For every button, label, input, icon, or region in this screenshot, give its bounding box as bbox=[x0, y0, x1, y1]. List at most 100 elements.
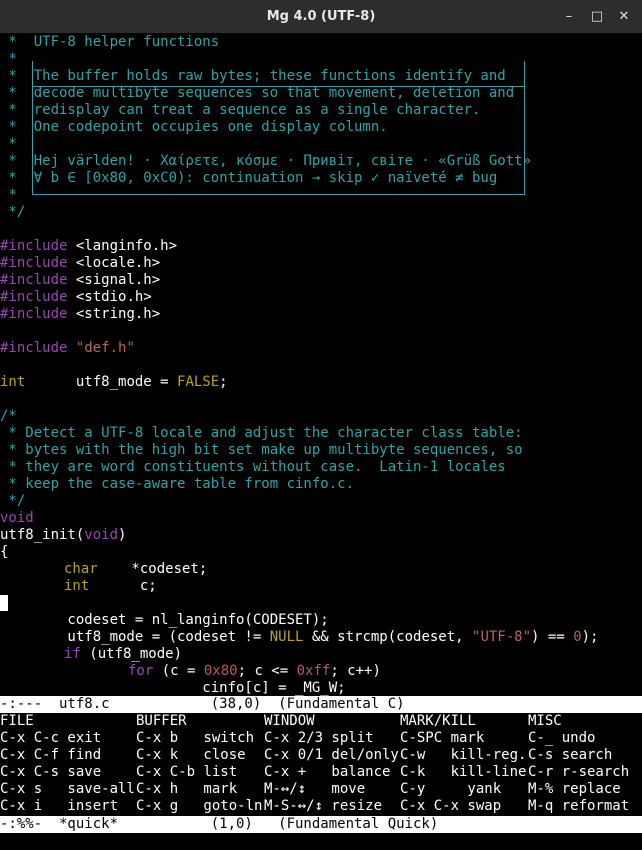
keyword-token: for bbox=[128, 663, 154, 679]
menu-item-reformat[interactable]: M-q reformat bbox=[528, 798, 629, 815]
code-token: utf8_mode = (codeset != bbox=[0, 629, 270, 645]
declaration-line: int c; bbox=[64, 578, 157, 595]
type-token: char bbox=[64, 561, 98, 577]
number-token: 0xff bbox=[296, 663, 331, 679]
declaration-line: char *codeset; bbox=[64, 561, 207, 578]
function-name: utf8_init( bbox=[0, 527, 85, 543]
constant-token: FALSE bbox=[177, 374, 220, 390]
text-cursor bbox=[0, 595, 8, 611]
include-line: #include <stdio.h> bbox=[0, 289, 152, 306]
include-keyword: #include bbox=[0, 272, 68, 288]
code-token: ; c++) bbox=[330, 663, 381, 679]
code-line: * ∀ b ∈ [0x80, 0xC0): continuation → ski… bbox=[0, 170, 498, 186]
menu-item-find[interactable]: C-x C-f find bbox=[0, 747, 101, 764]
window-title: Mg 4.0 (UTF-8) bbox=[266, 9, 376, 24]
menu-item-search[interactable]: C-s search bbox=[528, 747, 612, 764]
include-target: <string.h> bbox=[67, 306, 161, 322]
maximize-icon[interactable]: □ bbox=[587, 0, 607, 33]
number-token: 0 bbox=[573, 629, 582, 645]
menu-item-mark[interactable]: C-SPC mark bbox=[400, 730, 484, 747]
identifier-token: *codeset; bbox=[97, 561, 208, 577]
code-line: cinfo[c] = _MG_W; bbox=[0, 680, 346, 696]
include-line: #include <langinfo.h> bbox=[0, 238, 177, 255]
menu-item-kill-region[interactable]: C-w kill-reg. bbox=[400, 747, 526, 764]
code-line: */ bbox=[0, 493, 26, 509]
keyword-token: void bbox=[84, 527, 119, 543]
menu-item-close[interactable]: C-x k close bbox=[136, 747, 246, 764]
mode-line[interactable]: -:--- utf8.c (38,0) (Fundamental C) bbox=[0, 696, 642, 713]
menu-heading: MARK/KILL bbox=[400, 713, 476, 729]
menu-heading: FILE bbox=[0, 713, 34, 729]
include-keyword: #include bbox=[0, 340, 68, 356]
menu-item-switch[interactable]: C-x b switch bbox=[136, 730, 254, 747]
include-line: #include <signal.h> bbox=[0, 272, 160, 289]
type-token: int bbox=[64, 578, 90, 594]
menu-item-balance[interactable]: C-x + balance bbox=[264, 764, 390, 781]
code-line: * decode multibyte sequences so that mov… bbox=[0, 85, 515, 101]
close-icon[interactable]: ✕ bbox=[614, 0, 634, 33]
type-token: int bbox=[0, 374, 26, 390]
code-line: * redisplay can treat a sequence as a si… bbox=[0, 102, 481, 118]
include-line: #include <string.h> bbox=[0, 306, 160, 323]
menu-heading: MISC bbox=[528, 713, 562, 729]
code-token: (c = bbox=[153, 663, 204, 679]
include-target: <locale.h> bbox=[67, 255, 161, 271]
code-line: * The buffer holds raw bytes; these func… bbox=[0, 68, 506, 84]
code-line: codeset = nl_langinfo(CODESET); bbox=[0, 612, 329, 628]
code-token: ) == bbox=[531, 629, 574, 645]
menu-item-move[interactable]: M-↔/↕ move bbox=[264, 781, 365, 798]
menu-item-resize[interactable]: M-S-↔/↕ resize bbox=[264, 798, 382, 815]
menu-item-r-search[interactable]: C-r r-search bbox=[528, 764, 629, 781]
code-line: if (utf8_mode) bbox=[64, 646, 182, 663]
mode-line-quick[interactable]: -:%%- *quick* (1,0) (Fundamental Quick) bbox=[0, 816, 642, 833]
menu-item-save-all[interactable]: C-x s save-all bbox=[0, 781, 135, 798]
menu-item-del-only[interactable]: C-x 0/1 del/only bbox=[264, 747, 399, 764]
include-target: <langinfo.h> bbox=[67, 238, 178, 254]
code-line: * keep the case-aware table from cinfo.c… bbox=[0, 476, 355, 492]
editor-buffer[interactable]: * UTF-8 helper functions * * The buffer … bbox=[0, 33, 642, 698]
include-keyword: #include bbox=[0, 306, 68, 322]
code-token: ); bbox=[581, 629, 599, 645]
menu-item-kill-line[interactable]: C-k kill-line bbox=[400, 764, 526, 781]
menu-item-undo[interactable]: C-_ undo bbox=[528, 730, 595, 747]
menu-item-save[interactable]: C-x C-s save bbox=[0, 764, 101, 781]
punct-token: ; bbox=[219, 374, 228, 390]
string-token: "UTF-8" bbox=[472, 629, 532, 645]
code-line: * bbox=[0, 51, 17, 67]
code-line: * Detect a UTF-8 locale and adjust the c… bbox=[0, 425, 523, 441]
identifier-token: c; bbox=[89, 578, 157, 594]
code-line: * One codepoint occupies one display col… bbox=[0, 119, 388, 135]
menu-item-swap[interactable]: C-x C-x swap bbox=[400, 798, 501, 815]
keyword-token: if bbox=[64, 646, 81, 662]
code-line: * UTF-8 helper functions bbox=[0, 34, 220, 50]
menu-item-goto-line[interactable]: C-x g goto-ln bbox=[136, 798, 262, 815]
include-target: "def.h" bbox=[67, 340, 135, 356]
menu-item-replace[interactable]: M-% replace bbox=[528, 781, 621, 798]
menu-item-yank[interactable]: C-y yank bbox=[400, 781, 501, 798]
code-line: { bbox=[0, 544, 9, 560]
code-line: for (c = 0x80; c <= 0xff; c++) bbox=[128, 663, 381, 680]
number-token: 0x80 bbox=[203, 663, 238, 679]
minimize-icon[interactable]: – bbox=[559, 0, 579, 33]
menu-item-mark-buffer[interactable]: C-x h mark bbox=[136, 781, 237, 798]
code-line: utf8_mode = (codeset != NULL && strcmp(c… bbox=[0, 629, 598, 646]
include-line: #include <locale.h> bbox=[0, 255, 160, 272]
menu-heading: BUFFER bbox=[136, 713, 187, 729]
constant-token: NULL bbox=[269, 629, 304, 645]
include-target: <signal.h> bbox=[67, 272, 161, 288]
punct-token: ) bbox=[118, 527, 127, 543]
menu-item-split[interactable]: C-x 2/3 split bbox=[264, 730, 374, 747]
menu-item-insert[interactable]: C-x i insert bbox=[0, 798, 118, 815]
menu-item-exit[interactable]: C-x C-c exit bbox=[0, 730, 101, 747]
menu-heading: WINDOW bbox=[264, 713, 315, 729]
quick-menu: FILE C-x C-c exit C-x C-f find C-x C-s s… bbox=[0, 713, 642, 815]
include-keyword: #include bbox=[0, 238, 68, 254]
include-line: #include "def.h" bbox=[0, 340, 135, 357]
code-line: * Hej världen! · Χαίρετε, κόσμε · Привіт… bbox=[0, 153, 532, 169]
include-target: <stdio.h> bbox=[67, 289, 152, 305]
include-keyword: #include bbox=[0, 289, 68, 305]
menu-item-list[interactable]: C-x C-b list bbox=[136, 764, 237, 781]
minibuffer[interactable] bbox=[0, 833, 642, 850]
code-line: * they are word constituents without cas… bbox=[0, 459, 506, 475]
code-token: && strcmp(codeset, bbox=[303, 629, 473, 645]
